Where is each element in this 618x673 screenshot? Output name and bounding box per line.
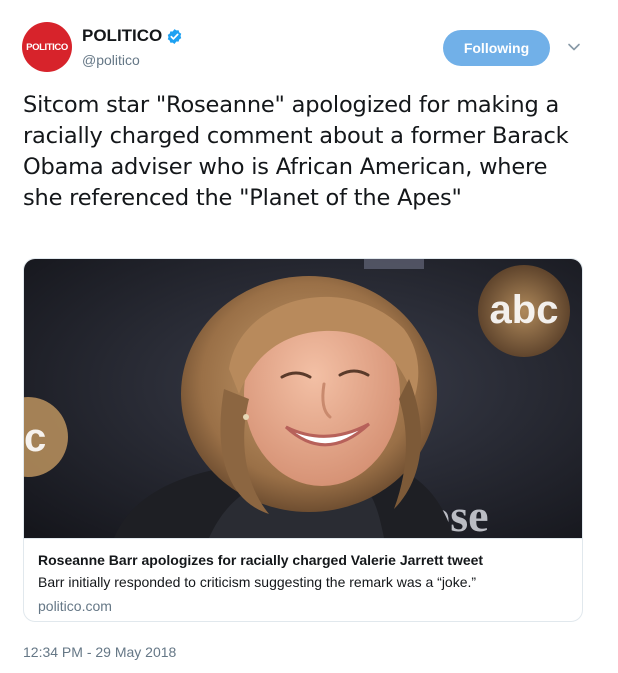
- display-name[interactable]: POLITICO: [82, 26, 162, 46]
- tweet-text: Sitcom star "Roseanne" apologized for ma…: [23, 92, 569, 211]
- card-body: Roseanne Barr apologizes for racially ch…: [24, 538, 582, 615]
- avatar-logo-text: POLITICO: [26, 41, 68, 53]
- link-card[interactable]: abc c Roseanne Barr apologizes for racia…: [23, 258, 583, 622]
- card-image-left-logo: c: [24, 416, 46, 460]
- following-button[interactable]: Following: [443, 30, 550, 66]
- tweet-timestamp[interactable]: 12:34 PM - 29 May 2018: [23, 644, 176, 660]
- card-image-abc-logo: abc: [490, 288, 559, 332]
- card-description: Barr initially responded to criticism su…: [38, 574, 477, 590]
- chevron-down-icon[interactable]: [567, 40, 581, 54]
- tweet: POLITICO POLITICO @politico Following Si…: [0, 0, 618, 673]
- display-name-row: POLITICO: [82, 25, 183, 47]
- card-domain: politico.com: [38, 598, 112, 614]
- card-title[interactable]: Roseanne Barr apologizes for racially ch…: [38, 551, 568, 569]
- verified-badge-icon: [168, 28, 182, 44]
- user-handle[interactable]: @politico: [82, 52, 183, 68]
- avatar[interactable]: POLITICO: [22, 22, 72, 72]
- card-image[interactable]: abc c Rose: [24, 259, 582, 538]
- user-info: POLITICO @politico: [82, 25, 183, 68]
